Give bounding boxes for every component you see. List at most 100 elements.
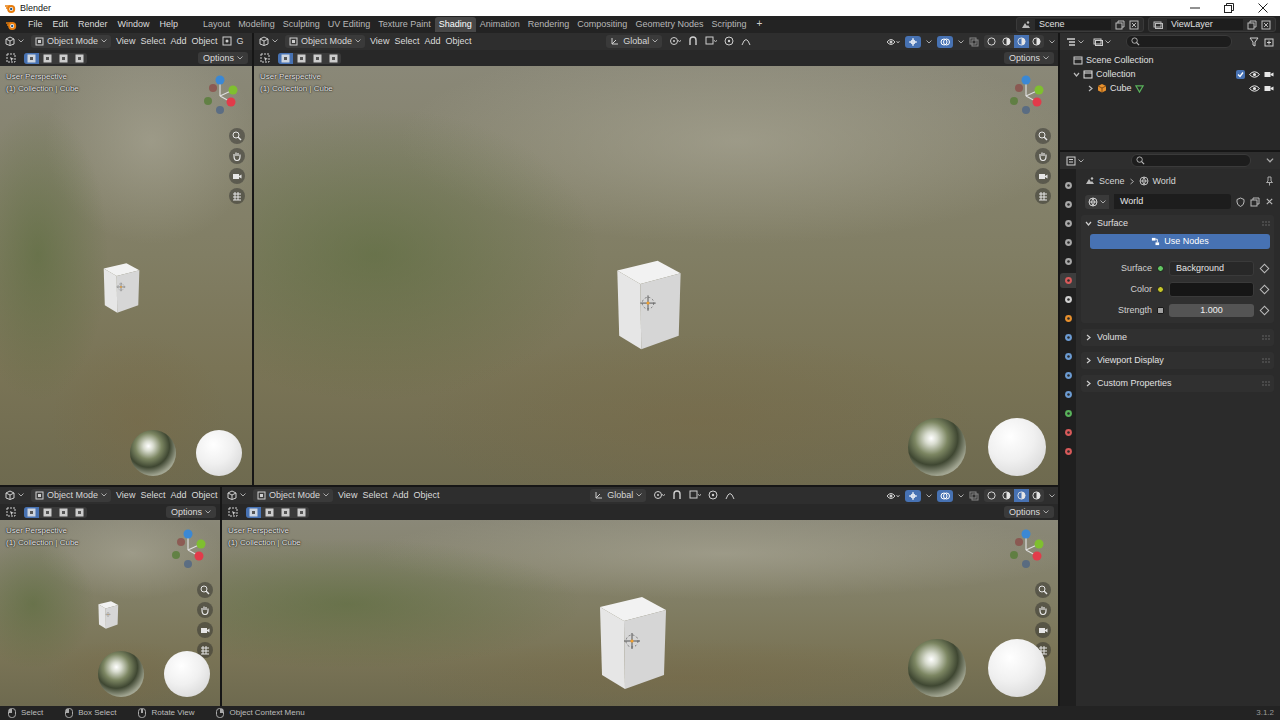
camera-view-button[interactable] — [1035, 168, 1051, 184]
options-dropdown[interactable]: Options — [198, 52, 248, 65]
fake-user-icon[interactable] — [1236, 197, 1245, 207]
chevron-down-icon[interactable] — [1049, 40, 1055, 44]
select-mode-button[interactable] — [294, 53, 309, 64]
zoom-button[interactable] — [1035, 582, 1051, 598]
world-browse-dropdown[interactable] — [1085, 195, 1109, 209]
scene-selector[interactable]: Scene — [1016, 17, 1144, 32]
header-menu[interactable]: Select — [394, 36, 419, 47]
chevron-down-icon[interactable] — [958, 494, 964, 498]
remove-icon[interactable] — [1129, 20, 1139, 30]
active-tool-button[interactable] — [4, 506, 18, 518]
header-menu[interactable]: Add — [170, 36, 186, 47]
viewport-canvas[interactable]: User Perspective(1) Collection | Cube — [0, 66, 252, 485]
overlay-toggle[interactable] — [937, 490, 953, 502]
workspace-tab[interactable]: Rendering — [524, 17, 574, 32]
pan-button[interactable] — [229, 148, 245, 164]
properties-tab[interactable] — [1060, 444, 1076, 459]
panel-header[interactable]: Volume — [1081, 329, 1274, 346]
mesh-data-icon[interactable] — [1135, 84, 1144, 93]
select-mode-button[interactable] — [262, 507, 277, 518]
use-nodes-button[interactable]: Use Nodes — [1090, 234, 1270, 249]
maximize-button[interactable] — [1212, 0, 1246, 16]
disclosure-arrow-icon[interactable] — [1087, 85, 1094, 92]
header-menu[interactable]: Object — [413, 490, 439, 501]
shading-mode-button[interactable] — [1029, 35, 1044, 48]
workspace-tab[interactable]: Shading — [435, 17, 476, 32]
select-mode-button[interactable] — [294, 507, 309, 518]
header-menu[interactable]: Object — [445, 36, 471, 47]
viewport-canvas[interactable]: User Perspective(1) Collection | Cube — [254, 66, 1058, 485]
properties-tab[interactable] — [1060, 425, 1076, 440]
drag-grip-icon[interactable] — [1262, 381, 1270, 387]
chevron-down-icon[interactable] — [958, 40, 964, 44]
options-dropdown[interactable]: Options — [1004, 52, 1054, 65]
drag-grip-icon[interactable] — [1262, 358, 1270, 364]
properties-tab[interactable] — [1060, 311, 1076, 326]
mode-dropdown[interactable]: Object Mode — [285, 35, 365, 48]
select-mode-button[interactable] — [56, 53, 71, 64]
socket-icon[interactable] — [1157, 307, 1164, 314]
xray-icon[interactable] — [969, 37, 979, 47]
camera-icon[interactable] — [1264, 70, 1274, 79]
header-menu[interactable]: Add — [392, 490, 408, 501]
header-menu[interactable]: Select — [140, 490, 165, 501]
camera-icon[interactable] — [1264, 84, 1274, 93]
options-chevron-icon[interactable] — [1266, 158, 1274, 163]
camera-view-button[interactable] — [1035, 622, 1051, 638]
menu-item[interactable]: Help — [155, 18, 184, 31]
header-menu[interactable]: Select — [140, 36, 165, 47]
chevron-down-icon[interactable] — [926, 494, 932, 498]
projection-button[interactable] — [229, 188, 245, 204]
xray-icon[interactable] — [969, 491, 979, 501]
zoom-button[interactable] — [1035, 128, 1051, 144]
cube-object-icon[interactable] — [93, 600, 123, 630]
disclosure-arrow-icon[interactable] — [1073, 71, 1080, 78]
shading-mode-button[interactable] — [1014, 489, 1029, 502]
camera-view-button[interactable] — [197, 622, 213, 638]
snap-target-icon[interactable] — [689, 490, 701, 500]
drag-grip-icon[interactable] — [1262, 221, 1270, 227]
header-menu[interactable]: Add — [170, 490, 186, 501]
view-layer-selector[interactable]: ViewLayer — [1148, 17, 1276, 32]
properties-tab[interactable] — [1060, 368, 1076, 383]
header-menu[interactable]: Object — [191, 490, 217, 501]
snap-icon[interactable] — [672, 490, 682, 500]
navigation-gizmo-icon[interactable] — [200, 74, 240, 114]
keyframe-dot-icon[interactable] — [1260, 264, 1270, 274]
menu-item[interactable]: File — [23, 18, 48, 31]
remove-icon[interactable] — [1261, 20, 1271, 30]
menu-item[interactable]: Edit — [48, 18, 74, 31]
properties-tab[interactable] — [1060, 330, 1076, 345]
workspace-tab[interactable]: Compositing — [573, 17, 631, 32]
header-menu[interactable]: Object — [191, 36, 217, 47]
new-collection-icon[interactable] — [1264, 37, 1274, 47]
editor-type-dropdown[interactable] — [257, 35, 280, 47]
select-mode-button[interactable] — [72, 507, 87, 518]
proportional-icon[interactable] — [708, 490, 718, 500]
gizmo-toggle[interactable] — [905, 36, 921, 48]
header-menu[interactable]: Add — [424, 36, 440, 47]
header-menu[interactable]: View — [116, 36, 135, 47]
select-mode-button[interactable] — [40, 507, 55, 518]
orientation-dropdown[interactable]: Global — [606, 35, 662, 48]
workspace-tab[interactable]: Animation — [476, 17, 524, 32]
navigation-gizmo-icon[interactable] — [1006, 74, 1046, 114]
duplicate-icon[interactable] — [1250, 197, 1260, 207]
active-tool-button[interactable] — [258, 52, 272, 64]
workspace-tab[interactable]: Geometry Nodes — [631, 17, 707, 32]
mode-dropdown[interactable]: Object Mode — [31, 35, 111, 48]
editor-type-dropdown[interactable] — [1064, 36, 1086, 48]
editor-type-dropdown[interactable] — [225, 489, 248, 501]
drag-grip-icon[interactable] — [1262, 335, 1270, 341]
falloff-icon[interactable] — [725, 490, 735, 500]
zoom-button[interactable] — [229, 128, 245, 144]
mode-dropdown[interactable]: Object Mode — [31, 489, 111, 502]
socket-icon[interactable] — [1157, 286, 1164, 293]
cube-object-icon[interactable] — [600, 257, 696, 353]
cube-object-icon[interactable] — [94, 261, 148, 315]
workspace-tab[interactable]: Sculpting — [279, 17, 324, 32]
keyframe-dot-icon[interactable] — [1260, 285, 1270, 295]
properties-tab[interactable] — [1060, 406, 1076, 421]
active-tool-button[interactable] — [226, 506, 240, 518]
editor-type-dropdown[interactable] — [3, 35, 26, 47]
